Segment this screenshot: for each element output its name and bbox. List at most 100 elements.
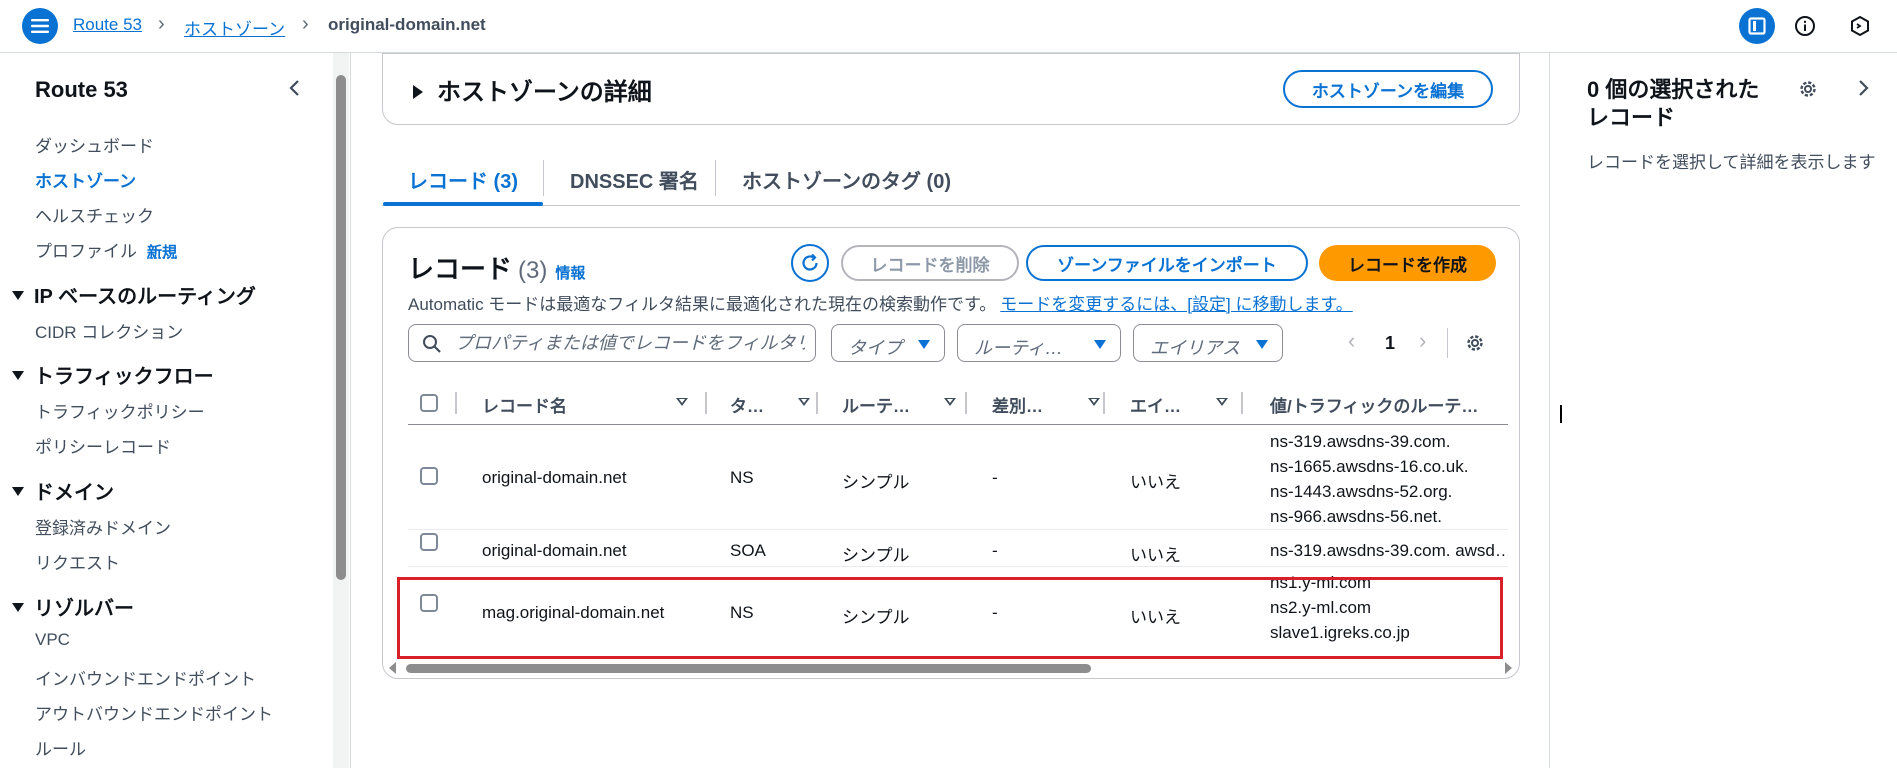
split-panel-preferences-button[interactable] <box>1797 78 1821 102</box>
nav-item-profiles-label: プロファイル <box>35 242 137 261</box>
side-navigation: Route 53 ダッシュボード ホストゾーン ヘルスチェック プロファイル 新規… <box>0 53 330 768</box>
records-header: レコード (3) 情報 <box>408 249 585 286</box>
record-value: slave1.igreks.co.jp <box>1270 623 1410 642</box>
record-filter-input[interactable] <box>453 332 807 355</box>
nav-item-requests[interactable]: リクエスト <box>35 549 120 574</box>
nav-section-ip-routing[interactable]: IP ベースのルーティング <box>12 280 256 309</box>
record-type: SOA <box>730 541 766 560</box>
sort-icon <box>798 398 810 406</box>
record-filter[interactable] <box>408 324 816 362</box>
table-row[interactable]: original-domain.net SOA シンプル - いいえ ns-31… <box>408 530 1508 566</box>
table-preferences-button[interactable] <box>1464 332 1486 354</box>
create-record-button[interactable]: レコードを作成 <box>1319 245 1496 281</box>
column-separator <box>455 392 457 414</box>
nav-section-label: トラフィックフロー <box>34 366 214 388</box>
nav-item-outbound-endpoints[interactable]: アウトバウンドエンドポイント <box>35 700 273 725</box>
nav-item-hosted-zones[interactable]: ホストゾーン <box>35 167 136 192</box>
next-page-button[interactable]: › <box>1419 328 1426 354</box>
sort-icon <box>676 398 688 406</box>
record-values: ns-319.awsdns-39.com. ns-1665.awsdns-16.… <box>1270 429 1468 529</box>
info-button[interactable] <box>1791 12 1819 40</box>
delete-records-button[interactable]: レコードを削除 <box>841 245 1019 281</box>
gear-icon <box>1800 81 1816 97</box>
nav-item-health-checks[interactable]: ヘルスチェック <box>35 202 154 227</box>
nav-item-traffic-policies[interactable]: トラフィックポリシー <box>35 398 205 423</box>
nav-scrollbar-thumb[interactable] <box>336 75 346 580</box>
nav-item-inbound-endpoints[interactable]: インバウンドエンドポイント <box>35 665 256 690</box>
routing-filter-dropdown[interactable]: ルーティ… <box>957 324 1121 362</box>
table-row[interactable]: original-domain.net NS シンプル - いいえ ns-319… <box>408 425 1508 529</box>
scroll-right-arrow[interactable] <box>1505 662 1512 674</box>
nav-section-traffic-flow[interactable]: トラフィックフロー <box>12 360 214 389</box>
menu-button[interactable] <box>22 8 58 44</box>
column-resizer[interactable] <box>816 392 818 414</box>
info-link[interactable]: 情報 <box>555 265 585 282</box>
breadcrumb-route53[interactable]: Route 53 <box>73 15 142 35</box>
alias-filter-dropdown[interactable]: エイリアス <box>1133 324 1283 362</box>
edit-hosted-zone-button[interactable]: ホストゾーンを編集 <box>1283 70 1493 108</box>
record-name: original-domain.net <box>482 541 627 560</box>
page-number[interactable]: 1 <box>1385 333 1395 354</box>
nav-item-dashboard[interactable]: ダッシュボード <box>35 132 154 157</box>
record-routing: シンプル <box>842 473 910 492</box>
record-type: NS <box>730 603 754 622</box>
nav-item-policy-records[interactable]: ポリシーレコード <box>35 433 171 458</box>
caret-down-icon <box>1256 340 1268 349</box>
split-panel-description: レコードを選択して詳細を表示します <box>1587 153 1876 172</box>
row-checkbox[interactable] <box>420 594 438 612</box>
hosted-zone-details-toggle[interactable]: ホストゾーンの詳細 <box>413 72 652 107</box>
row-checkbox[interactable] <box>420 533 438 551</box>
panel-icon <box>1748 17 1766 35</box>
select-all-checkbox[interactable] <box>420 394 438 412</box>
tab-records[interactable]: レコード (3) <box>408 165 518 194</box>
type-filter-dropdown[interactable]: タイプ <box>831 324 945 362</box>
routing-filter-label: ルーティ… <box>974 338 1063 358</box>
nav-divider <box>350 53 351 768</box>
chevron-right-icon: › <box>158 13 165 35</box>
nav-collapse-button[interactable] <box>284 77 306 99</box>
records-container: レコード (3) 情報 レコードを削除 ゾーンファイルをインポート レコードを作成 … <box>382 227 1520 679</box>
caret-right-icon <box>413 84 423 99</box>
record-differentiator: - <box>992 468 998 487</box>
nav-item-cidr-collections[interactable]: CIDR コレクション <box>35 318 183 343</box>
record-differentiator: - <box>992 541 998 560</box>
split-panel-title: 0 個の選択された レコード <box>1587 77 1760 130</box>
record-value: ns-1665.awsdns-16.co.uk. <box>1270 457 1469 476</box>
records-table: レコード名 タ… ルーテ… 差別… エイ… 値/トラフィックのルーテ… orig… <box>408 380 1508 652</box>
column-resizer[interactable] <box>1103 392 1105 414</box>
search-mode-notice: Automatic モードは最適なフィルタ結果に最適化された現在の検索動作です。… <box>408 290 1353 315</box>
previous-page-button[interactable]: ‹ <box>1348 328 1355 354</box>
record-alias: いいえ <box>1130 546 1181 565</box>
nav-title: Route 53 <box>35 77 128 102</box>
cloudshell-button[interactable] <box>1846 12 1874 40</box>
record-name: mag.original-domain.net <box>482 603 665 622</box>
breadcrumb-hosted-zones[interactable]: ホストゾーン <box>184 15 285 40</box>
column-header-label: ルーテ… <box>842 397 910 416</box>
import-zone-file-button[interactable]: ゾーンファイルをインポート <box>1026 245 1308 281</box>
horizontal-scrollbar-thumb[interactable] <box>406 664 1091 673</box>
gear-icon <box>1467 335 1483 351</box>
column-resizer[interactable] <box>1241 392 1243 414</box>
table-row[interactable]: mag.original-domain.net NS シンプル - いいえ ns… <box>408 567 1508 652</box>
nav-item-profiles[interactable]: プロファイル 新規 <box>35 237 177 262</box>
change-mode-link[interactable]: モードを変更するには、[設定] に移動します。 <box>1000 295 1352 314</box>
nav-section-domains[interactable]: ドメイン <box>12 476 114 505</box>
nav-item-registered-domains[interactable]: 登録済みドメイン <box>35 514 171 539</box>
tab-hosted-zone-tags[interactable]: ホストゾーンのタグ (0) <box>742 165 951 194</box>
column-resizer[interactable] <box>705 392 707 414</box>
row-checkbox[interactable] <box>420 467 438 485</box>
search-icon <box>423 335 441 353</box>
tab-separator <box>543 160 544 196</box>
scroll-left-arrow[interactable] <box>389 662 396 674</box>
refresh-button[interactable] <box>791 244 829 282</box>
split-panel-close-button[interactable] <box>1852 77 1876 101</box>
search-mode-text: Automatic モードは最適なフィルタ結果に最適化された現在の検索動作です。 <box>408 295 997 314</box>
nav-item-vpcs[interactable]: VPC <box>35 630 70 650</box>
column-resizer[interactable] <box>965 392 967 414</box>
split-panel-toggle-button[interactable] <box>1739 8 1775 44</box>
nav-section-label: リゾルバー <box>34 598 134 620</box>
nav-section-resolver[interactable]: リゾルバー <box>12 592 134 621</box>
record-value: ns-966.awsdns-56.net. <box>1270 507 1442 526</box>
tab-dnssec-signing[interactable]: DNSSEC 署名 <box>570 165 699 194</box>
nav-item-rules[interactable]: ルール <box>35 735 86 760</box>
